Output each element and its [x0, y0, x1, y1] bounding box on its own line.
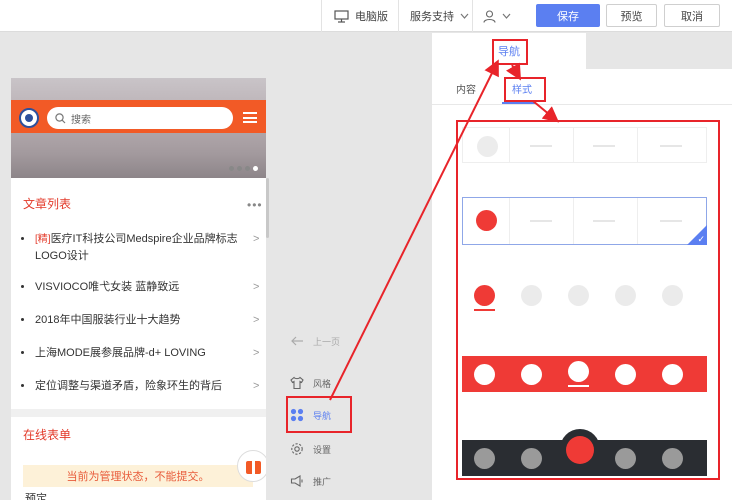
settings-nav-label: 设置 [313, 444, 332, 455]
annotation-box-nav [286, 396, 352, 433]
gear-icon [291, 443, 303, 455]
settings-nav-button[interactable]: 设置 [290, 442, 331, 456]
promote-nav-label: 推广 [313, 476, 332, 487]
save-button[interactable]: 保存 [536, 4, 600, 27]
annotation-box-title [492, 39, 528, 65]
tab-content[interactable]: 内容 [456, 81, 476, 96]
search-placeholder: 搜索 [71, 114, 91, 126]
section-divider [11, 409, 266, 417]
style-nav-label: 风格 [313, 378, 332, 389]
annotation-box-style-tab [504, 77, 546, 102]
prev-page-label: 上一页 [313, 336, 341, 347]
prev-page-button[interactable]: 上一页 [290, 334, 340, 348]
article-section-title: 文章列表 [23, 197, 72, 211]
desktop-version-label: 电脑版 [355, 11, 388, 23]
article-title: VISVIOCO唯弋女装 蓝静致远 [35, 281, 180, 293]
chevron-right-icon: > [253, 314, 260, 326]
chevron-right-icon: > [253, 347, 260, 359]
article-title: 医疗IT科技公司Medspire企业品牌标志LOGO设计 [35, 233, 238, 262]
chevron-right-icon: > [253, 233, 260, 245]
search-icon [55, 112, 66, 123]
service-support-dropdown[interactable]: 服务支持 [410, 0, 469, 32]
arrow-left-icon [291, 336, 303, 346]
shirt-icon [290, 376, 304, 390]
search-input[interactable]: 搜索 [47, 107, 233, 129]
article-title: 上海MODE展参展品牌-d+ LOVING [35, 347, 206, 359]
top-toolbar: 电脑版 服务支持 保存 预览 取消 [0, 0, 732, 32]
chevron-right-icon: > [253, 281, 260, 293]
user-icon [483, 9, 496, 23]
desktop-version-button[interactable]: 电脑版 [334, 0, 388, 32]
chevron-down-icon [502, 13, 511, 19]
hamburger-menu-icon[interactable] [243, 112, 257, 123]
toolbar-separator [472, 0, 473, 32]
article-title: 2018年中国服装行业十大趋势 [35, 314, 181, 326]
toolbar-separator [321, 0, 322, 32]
mobile-preview: 搜索 文章列表 ••• [精]医疗IT科技公司Medspire企业品牌标志LOG… [11, 78, 266, 500]
cancel-button[interactable]: 取消 [664, 4, 720, 27]
featured-tag: [精] [35, 234, 51, 245]
more-options-icon[interactable]: ••• [247, 198, 263, 212]
user-menu-dropdown[interactable] [483, 0, 511, 32]
cutoff-label: 预定 [25, 493, 47, 500]
form-section-title: 在线表单 [23, 428, 72, 442]
toolbar-separator [398, 0, 399, 32]
article-title: 定位调整与渠道矛盾，险象环生的背后 [35, 380, 222, 392]
annotation-box-options [456, 120, 720, 480]
service-support-label: 服务支持 [410, 11, 454, 23]
site-logo[interactable] [19, 108, 39, 128]
monitor-icon [334, 9, 349, 23]
chevron-down-icon [460, 13, 469, 19]
style-nav-button[interactable]: 风格 [290, 376, 331, 390]
preview-button[interactable]: 预览 [606, 4, 657, 27]
preview-scrollbar[interactable] [266, 178, 269, 238]
gift-icon[interactable] [237, 450, 266, 482]
list-item[interactable]: [精]医疗IT科技公司Medspire企业品牌标志LOGO设计 > [21, 231, 261, 265]
carousel-dots[interactable] [229, 166, 258, 171]
promote-nav-button[interactable]: 推广 [290, 474, 331, 488]
admin-notice: 当前为管理状态，不能提交。 [23, 465, 253, 487]
chevron-right-icon: > [253, 380, 260, 392]
megaphone-icon [290, 475, 303, 487]
